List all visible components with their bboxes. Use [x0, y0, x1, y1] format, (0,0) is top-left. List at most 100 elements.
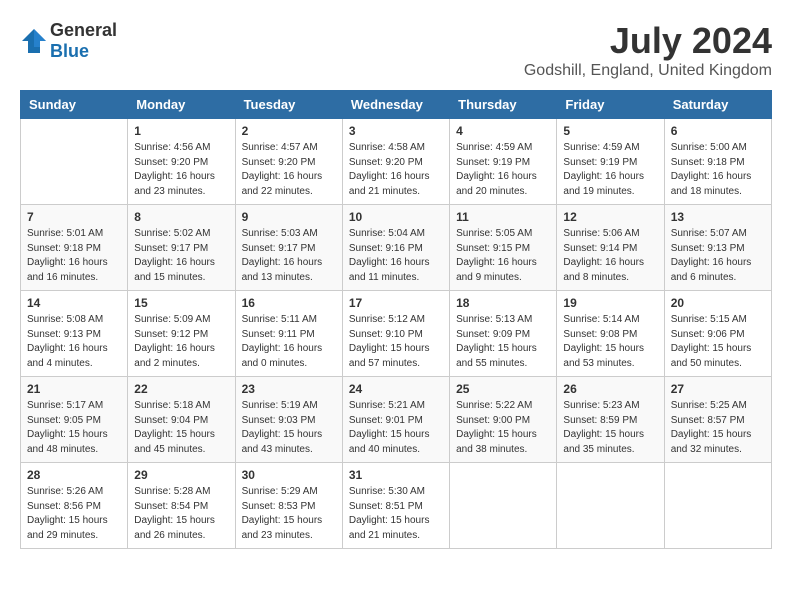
- week-row-4: 21Sunrise: 5:17 AM Sunset: 9:05 PM Dayli…: [21, 377, 772, 463]
- logo-icon: [20, 27, 48, 55]
- day-info: Sunrise: 5:04 AM Sunset: 9:16 PM Dayligh…: [349, 227, 443, 285]
- week-row-2: 7 Sunrise: 5:01 AM Sunset: 9:18 PM Daylig…: [21, 205, 772, 291]
- page-header: General Blue July 2024 Godshill, England…: [20, 20, 772, 80]
- day-number: 5: [563, 124, 657, 138]
- day-number: 8: [134, 210, 228, 224]
- table-row: 26Sunrise: 5:23 AM Sunset: 8:59 PM Dayli…: [557, 377, 664, 463]
- table-row: [664, 463, 771, 549]
- day-info: Sunrise: 5:12 AM Sunset: 9:10 PM Dayligh…: [349, 313, 443, 371]
- day-info: Sunrise: 5:06 AM Sunset: 9:14 PM Dayligh…: [563, 227, 657, 285]
- month-title: July 2024: [524, 20, 772, 62]
- day-info: Sunrise: 5:22 AM Sunset: 9:00 PM Dayligh…: [456, 399, 550, 457]
- table-row: 21Sunrise: 5:17 AM Sunset: 9:05 PM Dayli…: [21, 377, 128, 463]
- day-info: Sunrise: 4:57 AM Sunset: 9:20 PM Dayligh…: [242, 141, 336, 199]
- table-row: [21, 119, 128, 205]
- weekday-header-row: Sunday Monday Tuesday Wednesday Thursday…: [21, 91, 772, 119]
- table-row: 30 Sunrise: 5:29 AM Sunset: 8:53 PM Dayli…: [235, 463, 342, 549]
- day-number: 26: [563, 382, 657, 396]
- day-number: 14: [27, 296, 121, 310]
- day-number: 19: [563, 296, 657, 310]
- table-row: 31 Sunrise: 5:30 AM Sunset: 8:51 PM Dayli…: [342, 463, 449, 549]
- day-number: 12: [563, 210, 657, 224]
- day-info: Sunrise: 5:08 AM Sunset: 9:13 PM Dayligh…: [27, 313, 121, 371]
- header-wednesday: Wednesday: [342, 91, 449, 119]
- day-info: Sunrise: 5:26 AM Sunset: 8:56 PM Dayligh…: [27, 485, 121, 543]
- table-row: 14 Sunrise: 5:08 AM Sunset: 9:13 PM Dayli…: [21, 291, 128, 377]
- table-row: 9 Sunrise: 5:03 AM Sunset: 9:17 PM Daylig…: [235, 205, 342, 291]
- day-number: 11: [456, 210, 550, 224]
- title-area: July 2024 Godshill, England, United King…: [524, 20, 772, 80]
- table-row: 6 Sunrise: 5:00 AM Sunset: 9:18 PM Daylig…: [664, 119, 771, 205]
- header-saturday: Saturday: [664, 91, 771, 119]
- header-friday: Friday: [557, 91, 664, 119]
- day-info: Sunrise: 5:15 AM Sunset: 9:06 PM Dayligh…: [671, 313, 765, 371]
- day-number: 10: [349, 210, 443, 224]
- week-row-5: 28 Sunrise: 5:26 AM Sunset: 8:56 PM Dayli…: [21, 463, 772, 549]
- header-monday: Monday: [128, 91, 235, 119]
- table-row: 22Sunrise: 5:18 AM Sunset: 9:04 PM Dayli…: [128, 377, 235, 463]
- day-number: 23: [242, 382, 336, 396]
- day-number: 31: [349, 468, 443, 482]
- day-info: Sunrise: 4:56 AM Sunset: 9:20 PM Dayligh…: [134, 141, 228, 199]
- table-row: 15 Sunrise: 5:09 AM Sunset: 9:12 PM Dayli…: [128, 291, 235, 377]
- day-info: Sunrise: 5:11 AM Sunset: 9:11 PM Dayligh…: [242, 313, 336, 371]
- table-row: 29Sunrise: 5:28 AM Sunset: 8:54 PM Dayli…: [128, 463, 235, 549]
- table-row: 11 Sunrise: 5:05 AM Sunset: 9:15 PM Dayli…: [450, 205, 557, 291]
- day-number: 20: [671, 296, 765, 310]
- table-row: 23 Sunrise: 5:19 AM Sunset: 9:03 PM Dayli…: [235, 377, 342, 463]
- day-number: 17: [349, 296, 443, 310]
- day-info: Sunrise: 4:59 AM Sunset: 9:19 PM Dayligh…: [456, 141, 550, 199]
- day-number: 3: [349, 124, 443, 138]
- day-number: 28: [27, 468, 121, 482]
- day-number: 21: [27, 382, 121, 396]
- day-number: 24: [349, 382, 443, 396]
- table-row: 28 Sunrise: 5:26 AM Sunset: 8:56 PM Dayli…: [21, 463, 128, 549]
- location-title: Godshill, England, United Kingdom: [524, 62, 772, 80]
- table-row: 7 Sunrise: 5:01 AM Sunset: 9:18 PM Daylig…: [21, 205, 128, 291]
- day-number: 25: [456, 382, 550, 396]
- day-number: 15: [134, 296, 228, 310]
- day-info: Sunrise: 5:18 AM Sunset: 9:04 PM Dayligh…: [134, 399, 228, 457]
- day-info: Sunrise: 5:02 AM Sunset: 9:17 PM Dayligh…: [134, 227, 228, 285]
- table-row: 4 Sunrise: 4:59 AM Sunset: 9:19 PM Daylig…: [450, 119, 557, 205]
- header-thursday: Thursday: [450, 91, 557, 119]
- table-row: 20 Sunrise: 5:15 AM Sunset: 9:06 PM Dayli…: [664, 291, 771, 377]
- day-info: Sunrise: 5:19 AM Sunset: 9:03 PM Dayligh…: [242, 399, 336, 457]
- day-info: Sunrise: 5:21 AM Sunset: 9:01 PM Dayligh…: [349, 399, 443, 457]
- day-number: 13: [671, 210, 765, 224]
- header-tuesday: Tuesday: [235, 91, 342, 119]
- day-info: Sunrise: 5:30 AM Sunset: 8:51 PM Dayligh…: [349, 485, 443, 543]
- day-number: 30: [242, 468, 336, 482]
- table-row: 16Sunrise: 5:11 AM Sunset: 9:11 PM Dayli…: [235, 291, 342, 377]
- day-number: 9: [242, 210, 336, 224]
- logo-text: General Blue: [50, 20, 117, 62]
- day-number: 29: [134, 468, 228, 482]
- day-info: Sunrise: 5:00 AM Sunset: 9:18 PM Dayligh…: [671, 141, 765, 199]
- table-row: 19 Sunrise: 5:14 AM Sunset: 9:08 PM Dayli…: [557, 291, 664, 377]
- day-info: Sunrise: 5:07 AM Sunset: 9:13 PM Dayligh…: [671, 227, 765, 285]
- day-info: Sunrise: 5:13 AM Sunset: 9:09 PM Dayligh…: [456, 313, 550, 371]
- day-info: Sunrise: 5:03 AM Sunset: 9:17 PM Dayligh…: [242, 227, 336, 285]
- day-number: 18: [456, 296, 550, 310]
- table-row: [450, 463, 557, 549]
- table-row: [557, 463, 664, 549]
- day-info: Sunrise: 5:25 AM Sunset: 8:57 PM Dayligh…: [671, 399, 765, 457]
- day-number: 27: [671, 382, 765, 396]
- day-number: 4: [456, 124, 550, 138]
- day-info: Sunrise: 5:29 AM Sunset: 8:53 PM Dayligh…: [242, 485, 336, 543]
- day-number: 1: [134, 124, 228, 138]
- week-row-3: 14 Sunrise: 5:08 AM Sunset: 9:13 PM Dayli…: [21, 291, 772, 377]
- day-info: Sunrise: 5:14 AM Sunset: 9:08 PM Dayligh…: [563, 313, 657, 371]
- day-info: Sunrise: 5:01 AM Sunset: 9:18 PM Dayligh…: [27, 227, 121, 285]
- table-row: 18 Sunrise: 5:13 AM Sunset: 9:09 PM Dayli…: [450, 291, 557, 377]
- day-info: Sunrise: 5:05 AM Sunset: 9:15 PM Dayligh…: [456, 227, 550, 285]
- table-row: 17 Sunrise: 5:12 AM Sunset: 9:10 PM Dayli…: [342, 291, 449, 377]
- day-info: Sunrise: 5:09 AM Sunset: 9:12 PM Dayligh…: [134, 313, 228, 371]
- day-number: 6: [671, 124, 765, 138]
- table-row: 24 Sunrise: 5:21 AM Sunset: 9:01 PM Dayli…: [342, 377, 449, 463]
- logo-general: General: [50, 20, 117, 40]
- table-row: 2Sunrise: 4:57 AM Sunset: 9:20 PM Daylig…: [235, 119, 342, 205]
- week-row-1: 1 Sunrise: 4:56 AM Sunset: 9:20 PM Daylig…: [21, 119, 772, 205]
- day-number: 7: [27, 210, 121, 224]
- logo-blue: Blue: [50, 41, 89, 61]
